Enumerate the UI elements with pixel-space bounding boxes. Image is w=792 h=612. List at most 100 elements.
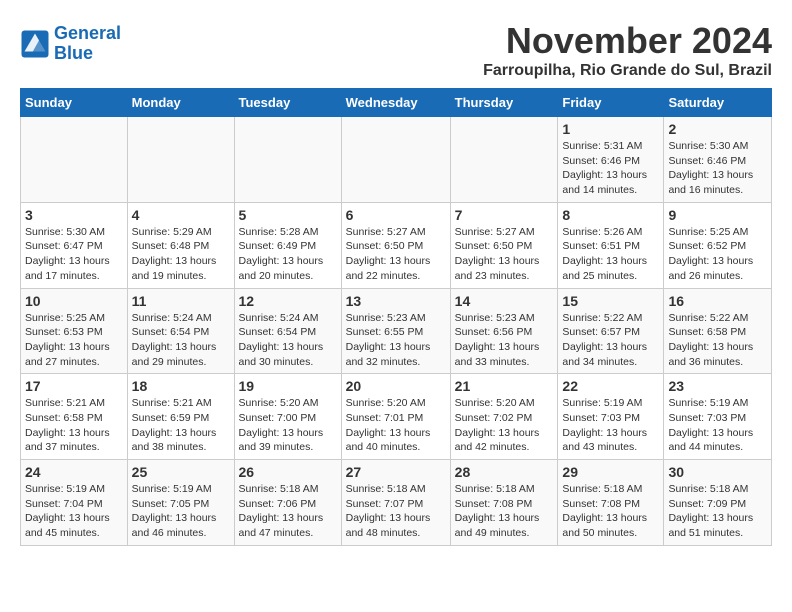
day-number: 1 — [562, 121, 659, 137]
day-info: Sunrise: 5:31 AM Sunset: 6:46 PM Dayligh… — [562, 139, 659, 198]
day-cell: 23 Sunrise: 5:19 AM Sunset: 7:03 PM Dayli… — [664, 374, 772, 460]
day-cell: 8 Sunrise: 5:26 AM Sunset: 6:51 PM Daylig… — [558, 202, 664, 288]
day-info: Sunrise: 5:23 AM Sunset: 6:55 PM Dayligh… — [346, 311, 446, 370]
day-number: 28 — [455, 464, 554, 480]
day-info: Sunrise: 5:18 AM Sunset: 7:07 PM Dayligh… — [346, 482, 446, 541]
day-number: 16 — [668, 293, 767, 309]
day-info: Sunrise: 5:25 AM Sunset: 6:52 PM Dayligh… — [668, 225, 767, 284]
day-cell: 9Sunrise: 5:25 AM Sunset: 6:52 PM Daylig… — [664, 202, 772, 288]
day-info: Sunrise: 5:20 AM Sunset: 7:01 PM Dayligh… — [346, 396, 446, 455]
weekday-header-row: SundayMondayTuesdayWednesdayThursdayFrid… — [21, 89, 772, 117]
day-number: 23 — [668, 378, 767, 394]
logo-general: General — [54, 23, 121, 43]
day-info: Sunrise: 5:22 AM Sunset: 6:58 PM Dayligh… — [668, 311, 767, 370]
day-number: 26 — [239, 464, 337, 480]
day-number: 24 — [25, 464, 123, 480]
weekday-header-thursday: Thursday — [450, 89, 558, 117]
day-cell: 28 Sunrise: 5:18 AM Sunset: 7:08 PM Dayli… — [450, 460, 558, 546]
day-cell — [341, 117, 450, 203]
day-cell: 3Sunrise: 5:30 AM Sunset: 6:47 PM Daylig… — [21, 202, 128, 288]
day-cell: 30 Sunrise: 5:18 AM Sunset: 7:09 PM Dayli… — [664, 460, 772, 546]
day-info: Sunrise: 5:18 AM Sunset: 7:06 PM Dayligh… — [239, 482, 337, 541]
day-info: Sunrise: 5:26 AM Sunset: 6:51 PM Dayligh… — [562, 225, 659, 284]
day-cell: 2Sunrise: 5:30 AM Sunset: 6:46 PM Daylig… — [664, 117, 772, 203]
day-info: Sunrise: 5:29 AM Sunset: 6:48 PM Dayligh… — [132, 225, 230, 284]
day-info: Sunrise: 5:24 AM Sunset: 6:54 PM Dayligh… — [132, 311, 230, 370]
day-number: 5 — [239, 207, 337, 223]
day-cell: 25Sunrise: 5:19 AM Sunset: 7:05 PM Dayli… — [127, 460, 234, 546]
day-info: Sunrise: 5:21 AM Sunset: 6:59 PM Dayligh… — [132, 396, 230, 455]
day-info: Sunrise: 5:18 AM Sunset: 7:09 PM Dayligh… — [668, 482, 767, 541]
week-row-1: 1 Sunrise: 5:31 AM Sunset: 6:46 PM Daylig… — [21, 117, 772, 203]
day-cell: 24 Sunrise: 5:19 AM Sunset: 7:04 PM Dayli… — [21, 460, 128, 546]
day-cell: 26 Sunrise: 5:18 AM Sunset: 7:06 PM Dayli… — [234, 460, 341, 546]
day-cell: 21 Sunrise: 5:20 AM Sunset: 7:02 PM Dayli… — [450, 374, 558, 460]
day-cell: 19 Sunrise: 5:20 AM Sunset: 7:00 PM Dayli… — [234, 374, 341, 460]
day-cell: 12Sunrise: 5:24 AM Sunset: 6:54 PM Dayli… — [234, 288, 341, 374]
day-number: 30 — [668, 464, 767, 480]
day-number: 29 — [562, 464, 659, 480]
day-number: 3 — [25, 207, 123, 223]
day-info: Sunrise: 5:19 AM Sunset: 7:03 PM Dayligh… — [562, 396, 659, 455]
weekday-header-tuesday: Tuesday — [234, 89, 341, 117]
day-number: 14 — [455, 293, 554, 309]
day-cell: 1 Sunrise: 5:31 AM Sunset: 6:46 PM Daylig… — [558, 117, 664, 203]
day-info: Sunrise: 5:20 AM Sunset: 7:02 PM Dayligh… — [455, 396, 554, 455]
day-cell: 15 Sunrise: 5:22 AM Sunset: 6:57 PM Dayli… — [558, 288, 664, 374]
day-number: 4 — [132, 207, 230, 223]
day-cell: 11 Sunrise: 5:24 AM Sunset: 6:54 PM Dayli… — [127, 288, 234, 374]
week-row-5: 24 Sunrise: 5:19 AM Sunset: 7:04 PM Dayli… — [21, 460, 772, 546]
location-title: Farroupilha, Rio Grande do Sul, Brazil — [483, 62, 772, 80]
weekday-header-friday: Friday — [558, 89, 664, 117]
weekday-header-wednesday: Wednesday — [341, 89, 450, 117]
day-cell — [234, 117, 341, 203]
day-info: Sunrise: 5:23 AM Sunset: 6:56 PM Dayligh… — [455, 311, 554, 370]
day-cell: 4 Sunrise: 5:29 AM Sunset: 6:48 PM Daylig… — [127, 202, 234, 288]
logo-icon — [20, 29, 50, 59]
day-number: 20 — [346, 378, 446, 394]
day-cell: 14 Sunrise: 5:23 AM Sunset: 6:56 PM Dayli… — [450, 288, 558, 374]
day-cell: 22Sunrise: 5:19 AM Sunset: 7:03 PM Dayli… — [558, 374, 664, 460]
day-info: Sunrise: 5:28 AM Sunset: 6:49 PM Dayligh… — [239, 225, 337, 284]
day-info: Sunrise: 5:19 AM Sunset: 7:04 PM Dayligh… — [25, 482, 123, 541]
day-number: 11 — [132, 293, 230, 309]
day-info: Sunrise: 5:22 AM Sunset: 6:57 PM Dayligh… — [562, 311, 659, 370]
weekday-header-sunday: Sunday — [21, 89, 128, 117]
week-row-4: 17Sunrise: 5:21 AM Sunset: 6:58 PM Dayli… — [21, 374, 772, 460]
header: General Blue November 2024 Farroupilha, … — [20, 20, 772, 80]
day-cell: 27 Sunrise: 5:18 AM Sunset: 7:07 PM Dayli… — [341, 460, 450, 546]
logo-blue: Blue — [54, 44, 121, 64]
day-number: 19 — [239, 378, 337, 394]
logo-text: General Blue — [54, 24, 121, 64]
day-info: Sunrise: 5:18 AM Sunset: 7:08 PM Dayligh… — [562, 482, 659, 541]
day-number: 13 — [346, 293, 446, 309]
day-number: 15 — [562, 293, 659, 309]
day-info: Sunrise: 5:24 AM Sunset: 6:54 PM Dayligh… — [239, 311, 337, 370]
day-number: 6 — [346, 207, 446, 223]
day-number: 7 — [455, 207, 554, 223]
day-cell: 10 Sunrise: 5:25 AM Sunset: 6:53 PM Dayli… — [21, 288, 128, 374]
day-info: Sunrise: 5:27 AM Sunset: 6:50 PM Dayligh… — [455, 225, 554, 284]
day-number: 8 — [562, 207, 659, 223]
day-info: Sunrise: 5:20 AM Sunset: 7:00 PM Dayligh… — [239, 396, 337, 455]
week-row-2: 3Sunrise: 5:30 AM Sunset: 6:47 PM Daylig… — [21, 202, 772, 288]
day-cell — [450, 117, 558, 203]
day-cell: 5 Sunrise: 5:28 AM Sunset: 6:49 PM Daylig… — [234, 202, 341, 288]
day-number: 27 — [346, 464, 446, 480]
month-title: November 2024 — [483, 20, 772, 62]
day-cell: 20 Sunrise: 5:20 AM Sunset: 7:01 PM Dayli… — [341, 374, 450, 460]
day-number: 21 — [455, 378, 554, 394]
day-number: 18 — [132, 378, 230, 394]
day-cell: 6 Sunrise: 5:27 AM Sunset: 6:50 PM Daylig… — [341, 202, 450, 288]
day-cell — [127, 117, 234, 203]
day-cell: 13 Sunrise: 5:23 AM Sunset: 6:55 PM Dayli… — [341, 288, 450, 374]
day-info: Sunrise: 5:25 AM Sunset: 6:53 PM Dayligh… — [25, 311, 123, 370]
day-number: 10 — [25, 293, 123, 309]
day-info: Sunrise: 5:19 AM Sunset: 7:05 PM Dayligh… — [132, 482, 230, 541]
day-info: Sunrise: 5:18 AM Sunset: 7:08 PM Dayligh… — [455, 482, 554, 541]
logo: General Blue — [20, 24, 121, 64]
day-number: 17 — [25, 378, 123, 394]
day-number: 2 — [668, 121, 767, 137]
day-info: Sunrise: 5:27 AM Sunset: 6:50 PM Dayligh… — [346, 225, 446, 284]
day-info: Sunrise: 5:19 AM Sunset: 7:03 PM Dayligh… — [668, 396, 767, 455]
